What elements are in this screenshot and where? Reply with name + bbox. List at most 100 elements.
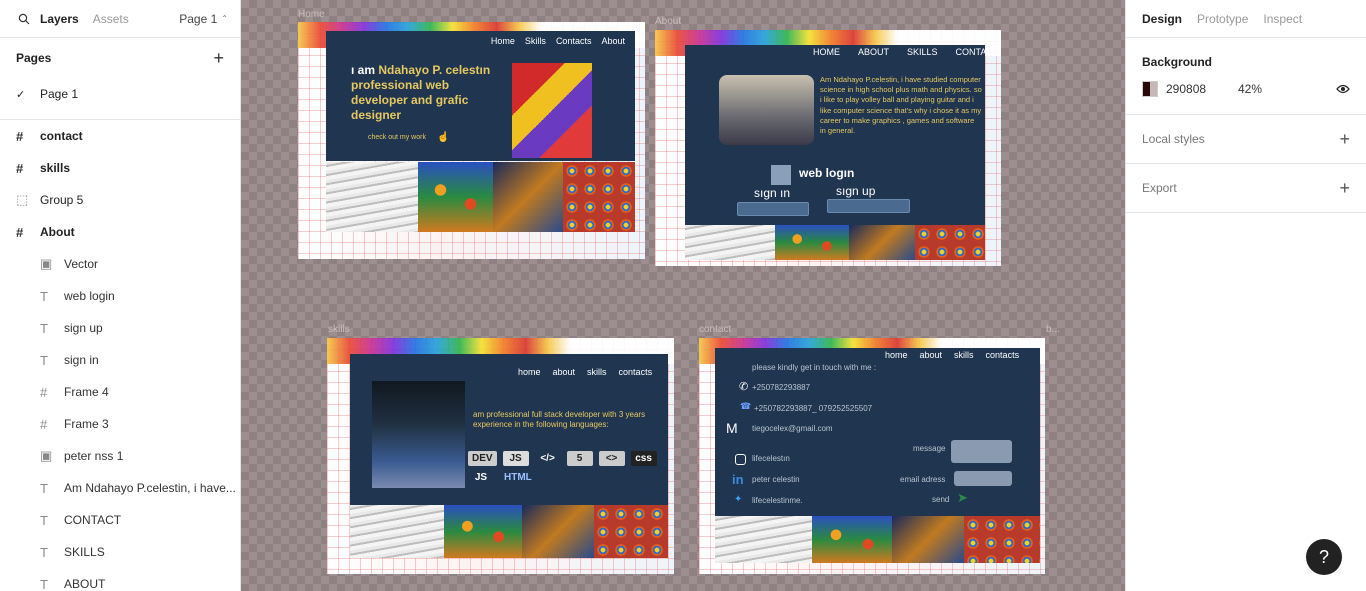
skills-image-strip xyxy=(350,505,668,558)
layer-label: Am Ndahayo P.celestin, i have... xyxy=(64,481,236,495)
skill-badge: css xyxy=(630,451,657,466)
tab-design[interactable]: Design xyxy=(1142,12,1182,26)
nav-skills[interactable]: SKILLS xyxy=(907,47,938,57)
page-selector-label: Page 1 xyxy=(179,11,218,26)
sign-up-button[interactable] xyxy=(827,199,910,213)
frame-icon: # xyxy=(16,224,24,240)
twitter-handle: lifecelestinme. xyxy=(752,496,803,505)
frame-contact[interactable]: home about skills contacts please kindly… xyxy=(699,338,1045,574)
nav-about[interactable]: about xyxy=(553,367,576,377)
layer-item-skills[interactable]: T SKILLS xyxy=(0,536,240,568)
layer-item-am-ndahayo-p-celestin-i-have[interactable]: T Am Ndahayo P.celestin, i have... xyxy=(0,472,240,504)
skill-badges: DEV JS </> 5 <> css JS HTML xyxy=(468,451,658,485)
layer-item-frame-3[interactable]: # Frame 3 xyxy=(0,408,240,440)
tab-inspect[interactable]: Inspect xyxy=(1263,12,1302,26)
sign-in-label: sıgn ın xyxy=(754,186,791,200)
layer-item-contact[interactable]: T CONTACT xyxy=(0,504,240,536)
skills-text: am professional full stack developer wit… xyxy=(473,410,646,429)
add-page-icon[interactable]: + xyxy=(213,48,224,69)
layer-label: skills xyxy=(40,161,71,175)
frame-label-about[interactable]: About xyxy=(655,16,681,27)
layer-label: Frame 3 xyxy=(64,417,109,431)
layer-item-skills[interactable]: # skills xyxy=(0,152,240,184)
twitter-icon: ✦ xyxy=(734,494,743,505)
frame-label-home[interactable]: Home xyxy=(298,9,325,20)
nav-home[interactable]: Home xyxy=(491,36,515,46)
layer-item-contact[interactable]: # contact xyxy=(0,120,240,152)
circles-image xyxy=(915,225,985,260)
background-swatch[interactable] xyxy=(1142,81,1158,97)
nav-about[interactable]: about xyxy=(920,350,943,360)
frame-skills[interactable]: home about skills contacts am profession… xyxy=(327,338,674,574)
nav-contacts[interactable]: contacts xyxy=(619,367,653,377)
nav-skills[interactable]: skills xyxy=(954,350,974,360)
home-hero-panel: Home Skills Contacts About ı am Ndahayo … xyxy=(326,31,635,161)
send-icon[interactable]: ➤ xyxy=(957,490,968,506)
tab-assets[interactable]: Assets xyxy=(93,12,129,26)
sketch-image xyxy=(350,505,444,558)
email-address-input[interactable] xyxy=(954,471,1012,486)
forest-image xyxy=(812,516,892,563)
frame-icon: # xyxy=(40,384,48,400)
nav-skills[interactable]: Skills xyxy=(525,36,546,46)
layer-item-about[interactable]: T ABOUT xyxy=(0,568,240,591)
frame-home[interactable]: Home Skills Contacts About ı am Ndahayo … xyxy=(298,22,645,259)
nav-contacts[interactable]: contacts xyxy=(986,350,1020,360)
layer-label: SKILLS xyxy=(64,545,105,559)
nav-home[interactable]: HOME xyxy=(813,47,840,57)
tab-layers[interactable]: Layers xyxy=(40,12,79,26)
nav-about[interactable]: About xyxy=(601,36,625,46)
frame-label-extra[interactable]: b... xyxy=(1046,324,1060,335)
skill-badge: HTML xyxy=(504,472,532,483)
text-icon: T xyxy=(40,512,48,528)
about-nav: HOME ABOUT SKILLS CONTACT xyxy=(813,47,998,57)
cta-link[interactable]: check out my work xyxy=(368,134,426,141)
image-icon: ▣ xyxy=(40,448,53,463)
tab-prototype[interactable]: Prototype xyxy=(1197,12,1248,26)
export-title: Export xyxy=(1142,181,1177,195)
skill-badge: JS xyxy=(474,472,488,483)
circles-image xyxy=(594,505,668,558)
frame-label-skills[interactable]: skills xyxy=(328,324,350,335)
contact-email: tiegocelex@gmail.com xyxy=(752,424,833,433)
frame-label-contact[interactable]: contact xyxy=(699,324,731,335)
background-fill-row[interactable]: 290808 42% xyxy=(1142,78,1350,100)
layer-item-web-login[interactable]: Tweb login xyxy=(0,280,240,312)
nav-skills[interactable]: skills xyxy=(587,367,607,377)
page-item-label: Page 1 xyxy=(40,87,79,101)
background-opacity[interactable]: 42% xyxy=(1238,82,1262,96)
eye-icon[interactable] xyxy=(1336,84,1350,94)
layer-item-sign-up[interactable]: Tsign up xyxy=(0,312,240,344)
sign-in-button[interactable] xyxy=(737,202,809,216)
layer-item-group-5[interactable]: ⬚ Group 5 xyxy=(0,184,240,216)
nav-home[interactable]: home xyxy=(518,367,541,377)
page-item-page-1[interactable]: ✓ Page 1 xyxy=(0,78,240,110)
local-styles-row: Local styles + xyxy=(1142,115,1350,163)
layer-item-frame-4[interactable]: # Frame 4 xyxy=(0,376,240,408)
message-input[interactable] xyxy=(951,440,1012,463)
send-label: send xyxy=(932,495,950,504)
skill-badge: JS xyxy=(502,451,529,466)
search-icon[interactable] xyxy=(18,13,30,25)
background-hex[interactable]: 290808 xyxy=(1166,82,1238,96)
add-style-icon[interactable]: + xyxy=(1339,129,1350,150)
layer-item-about[interactable]: # About xyxy=(0,216,240,248)
page-selector[interactable]: Page 1 ⌃ xyxy=(179,12,228,26)
add-export-icon[interactable]: + xyxy=(1339,178,1350,199)
layer-item-sign-in[interactable]: Tsign in xyxy=(0,344,240,376)
help-button[interactable]: ? xyxy=(1306,539,1342,575)
layer-item-vector[interactable]: ▣ Vector xyxy=(0,248,240,280)
frame-about[interactable]: HOME ABOUT SKILLS CONTACT Am Ndahayo P.c… xyxy=(655,30,1001,266)
layer-item-peter-nss-1[interactable]: ▣ peter nss 1 xyxy=(0,440,240,472)
layer-label: web login xyxy=(64,289,115,303)
forest-image xyxy=(418,162,493,232)
pages-title: Pages xyxy=(16,51,52,65)
nav-about[interactable]: ABOUT xyxy=(858,47,889,57)
nav-contacts[interactable]: Contacts xyxy=(556,36,592,46)
nav-contact[interactable]: CONTACT xyxy=(956,47,999,57)
instagram-icon xyxy=(735,454,746,465)
skill-badge: <> xyxy=(598,451,625,466)
canvas[interactable]: Home Home Skills Contacts About ı am Nda… xyxy=(241,0,1125,591)
sketch-image xyxy=(685,225,775,260)
nav-home[interactable]: home xyxy=(885,350,908,360)
